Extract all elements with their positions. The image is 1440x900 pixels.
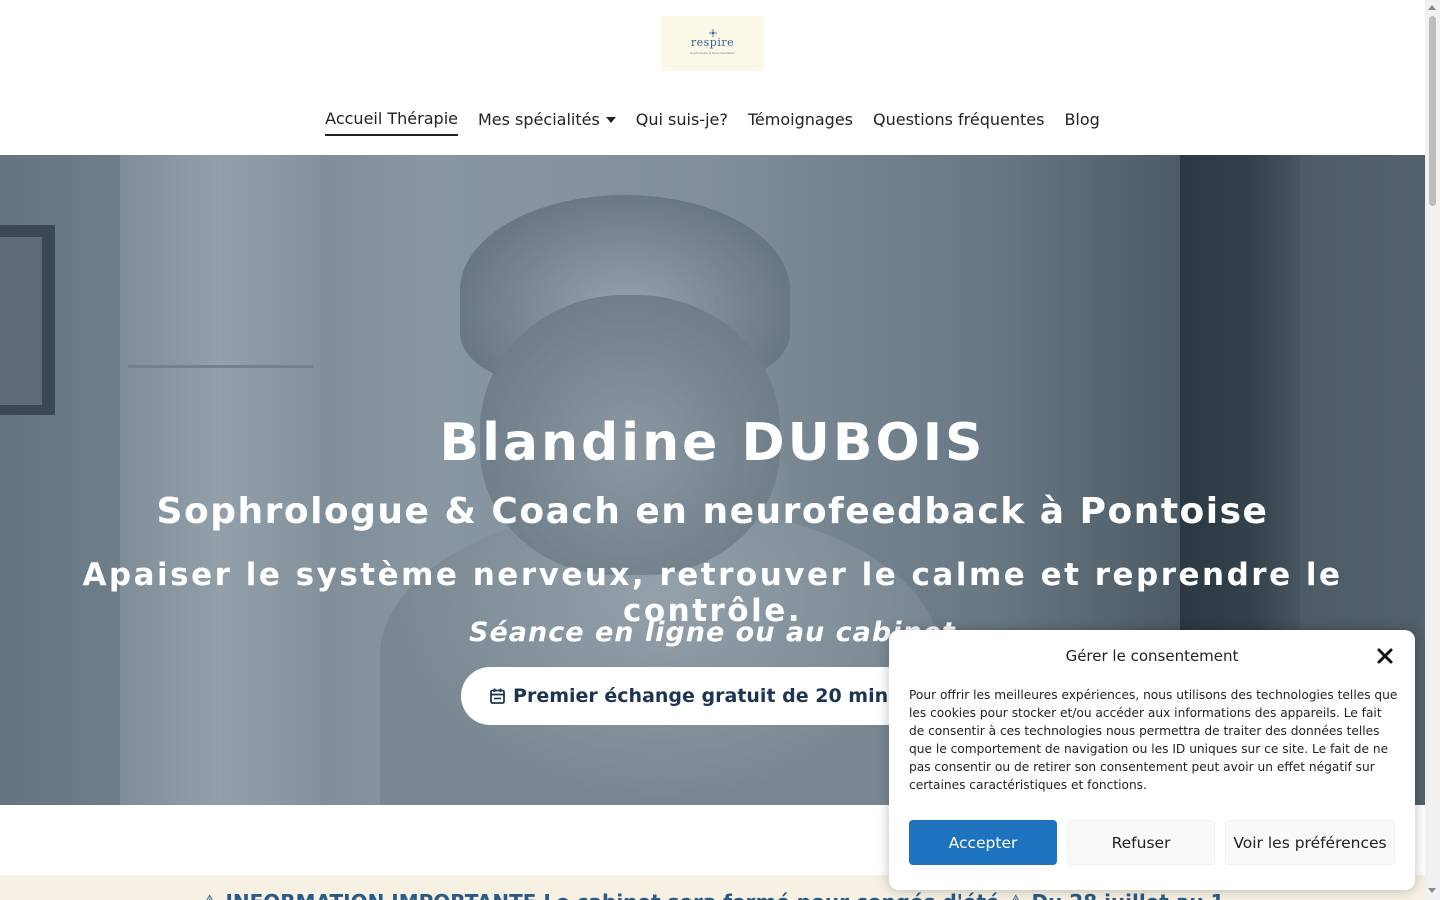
nav-item-label: Mes spécialités	[477, 110, 600, 129]
chevron-down-icon	[605, 116, 616, 123]
nav-item-label: Qui suis-je?	[635, 110, 728, 129]
consent-message: Pour offrir les meilleures expériences, …	[909, 688, 1398, 792]
refuse-button[interactable]: Refuser	[1067, 820, 1215, 865]
calendar-icon	[490, 688, 505, 704]
flower-icon	[709, 29, 717, 37]
nav-item-specialites[interactable]: Mes spécialités	[478, 109, 616, 136]
nav-item-qui-suis-je[interactable]: Qui suis-je?	[636, 109, 728, 136]
hero-title: Blandine DUBOIS	[439, 413, 986, 473]
hero-subtitle: Sophrologue & Coach en neurofeedback à P…	[156, 491, 1269, 532]
logo-wordmark: respire	[690, 35, 735, 49]
scroll-up-icon[interactable]	[1428, 5, 1436, 10]
view-preferences-button[interactable]: Voir les préférences	[1225, 820, 1395, 865]
cookie-consent-dialog: Gérer le consentement Pour offrir les me…	[889, 630, 1415, 890]
accept-button[interactable]: Accepter	[909, 820, 1057, 865]
nav-item-label: Questions fréquentes	[873, 110, 1045, 129]
nav-item-temoignages[interactable]: Témoignages	[748, 109, 853, 136]
scroll-down-icon[interactable]	[1428, 888, 1436, 893]
close-icon[interactable]	[1376, 647, 1394, 665]
nav-item-label: Blog	[1064, 110, 1100, 129]
nav-item-label: Accueil Thérapie	[325, 109, 458, 128]
scrollbar-thumb[interactable]	[1429, 16, 1436, 206]
nav-item-blog[interactable]: Blog	[1064, 109, 1099, 136]
consent-title: Gérer le consentement	[1065, 647, 1239, 665]
nav-item-accueil[interactable]: Accueil Thérapie	[325, 109, 458, 136]
site-header: respire Sophrologie & Neurofeedback Accu…	[0, 0, 1425, 155]
book-call-label: Premier échange gratuit de 20 minutes	[513, 685, 935, 707]
logo-tagline: Sophrologie & Neurofeedback	[690, 50, 735, 55]
nav-item-label: Témoignages	[747, 110, 854, 129]
page-scrollbar[interactable]	[1425, 0, 1440, 900]
nav-item-faq[interactable]: Questions fréquentes	[873, 109, 1044, 136]
main-nav: Accueil Thérapie Mes spécialités Qui sui…	[0, 109, 1425, 136]
site-logo[interactable]: respire Sophrologie & Neurofeedback	[661, 16, 764, 71]
info-banner-text: ⚠ INFORMATION IMPORTANTE Le cabinet sera…	[0, 890, 1425, 900]
